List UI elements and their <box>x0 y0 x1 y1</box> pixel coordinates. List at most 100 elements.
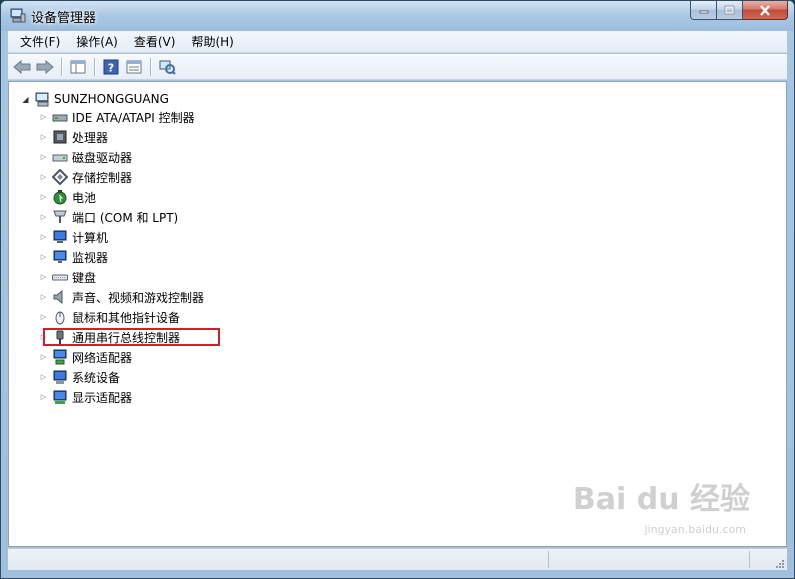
sound-icon <box>53 289 63 305</box>
tree-item-mouse[interactable]: ▷ 鼠标和其他指针设备 <box>39 308 180 326</box>
help-button[interactable]: ? <box>100 57 122 77</box>
baidu-watermark-url: jingyan.baidu.com <box>644 523 746 536</box>
tree-item-label: 系统设备 <box>72 370 121 385</box>
scan-hardware-icon <box>159 60 176 75</box>
tree-item-ports[interactable]: ▷ 端口 (COM 和 LPT) <box>39 208 178 226</box>
monitor-icon <box>53 250 67 263</box>
back-button[interactable] <box>11 57 33 77</box>
device-manager-window: 设备管理器 文件(F) 操作(A) 查看(V) 帮助(H) ? ◢ SUNZHO… <box>0 0 795 579</box>
tree-item-keyboard[interactable]: ▷ 键盘 <box>39 268 96 286</box>
port-icon <box>53 210 67 223</box>
tree-item-label: 磁盘驱动器 <box>72 150 133 165</box>
expand-arrow-icon[interactable]: ▷ <box>39 313 48 322</box>
status-segment <box>8 551 549 568</box>
computer-root-icon <box>35 92 49 107</box>
tree-item-sound[interactable]: ▷ 声音、视频和游戏控制器 <box>39 288 204 306</box>
tree-root[interactable]: ◢ SUNZHONGGUANG <box>21 90 169 108</box>
maximize-button[interactable] <box>717 1 743 20</box>
collapse-arrow-icon[interactable]: ◢ <box>21 95 30 104</box>
menu-view[interactable]: 查看(V) <box>126 33 184 50</box>
tree-item-label: 显示适配器 <box>72 390 133 405</box>
display-adapter-icon <box>53 390 67 404</box>
processor-icon <box>53 130 67 144</box>
resize-grip-icon[interactable] <box>773 556 785 568</box>
battery-icon <box>53 190 67 205</box>
tree-item-label: 声音、视频和游戏控制器 <box>72 290 205 305</box>
expand-arrow-icon[interactable]: ▷ <box>39 133 48 142</box>
forward-button[interactable] <box>34 57 56 77</box>
usb-highlight-box <box>43 328 220 346</box>
expand-arrow-icon[interactable]: ▷ <box>39 153 48 162</box>
status-bar <box>8 548 787 570</box>
baidu-watermark: Bai du 经验 <box>572 482 750 517</box>
expand-arrow-icon[interactable]: ▷ <box>39 113 48 122</box>
tree-root-label: SUNZHONGGUANG <box>54 92 169 106</box>
tree-item-processor[interactable]: ▷ 处理器 <box>39 128 108 146</box>
system-devices-icon <box>53 370 67 384</box>
properties-button[interactable] <box>123 57 145 77</box>
tree-item-label: 键盘 <box>72 270 97 285</box>
close-icon <box>760 4 770 16</box>
expand-arrow-icon[interactable]: ▷ <box>39 353 48 362</box>
svg-text:?: ? <box>108 61 114 74</box>
menu-help[interactable]: 帮助(H) <box>183 33 241 50</box>
expand-arrow-icon[interactable]: ▷ <box>39 393 48 402</box>
tree-item-storage-controller[interactable]: ▷ 存储控制器 <box>39 168 132 186</box>
expand-arrow-icon[interactable]: ▷ <box>39 193 48 202</box>
tree-item-monitor[interactable]: ▷ 监视器 <box>39 248 108 266</box>
ide-controller-icon <box>52 114 68 122</box>
tree-item-ide-controller[interactable]: ▷ IDE ATA/ATAPI 控制器 <box>39 108 195 126</box>
expand-arrow-icon[interactable]: ▷ <box>39 233 48 242</box>
storage-controller-icon <box>52 169 68 185</box>
tree-item-system-devices[interactable]: ▷ 系统设备 <box>39 368 120 386</box>
expand-arrow-icon[interactable]: ▷ <box>39 373 48 382</box>
status-segment <box>549 551 750 568</box>
properties-icon <box>126 60 142 73</box>
expand-arrow-icon[interactable]: ▷ <box>39 173 48 182</box>
device-manager-icon <box>10 8 26 23</box>
computer-icon <box>53 230 67 243</box>
tree-item-label: 端口 (COM 和 LPT) <box>72 210 179 225</box>
expand-arrow-icon[interactable]: ▷ <box>39 253 48 262</box>
toolbar: ? <box>8 54 787 80</box>
close-button[interactable] <box>743 1 788 20</box>
minimize-icon <box>699 10 708 14</box>
tree-item-label: 计算机 <box>72 230 109 245</box>
menu-action[interactable]: 操作(A) <box>68 33 126 50</box>
tree-item-display-adapter[interactable]: ▷ 显示适配器 <box>39 388 132 406</box>
show-hide-console-tree-button[interactable] <box>67 57 89 77</box>
forward-arrow-icon <box>36 59 54 74</box>
menu-file[interactable]: 文件(F) <box>12 33 68 50</box>
tree-item-battery[interactable]: ▷ 电池 <box>39 188 96 206</box>
tree-item-computer[interactable]: ▷ 计算机 <box>39 228 108 246</box>
disk-drive-icon <box>52 154 68 162</box>
back-arrow-icon <box>13 59 31 74</box>
toolbar-separator <box>61 57 63 76</box>
tree-item-label: 监视器 <box>72 250 109 265</box>
device-tree-pane[interactable]: ◢ SUNZHONGGUANG ▷ IDE ATA/ATAPI 控制器 ▷ 处理… <box>8 81 787 547</box>
toolbar-separator <box>94 57 96 76</box>
scan-hardware-button[interactable] <box>156 57 178 77</box>
console-tree-icon <box>70 60 86 73</box>
tree-item-label: 存储控制器 <box>72 170 133 185</box>
keyboard-icon <box>52 274 68 281</box>
tree-item-label: 处理器 <box>72 130 109 145</box>
menu-bar: 文件(F) 操作(A) 查看(V) 帮助(H) <box>8 31 787 53</box>
tree-item-label: 电池 <box>72 190 97 205</box>
expand-arrow-icon[interactable]: ▷ <box>39 213 48 222</box>
toolbar-separator <box>150 57 152 76</box>
tree-item-label: 鼠标和其他指针设备 <box>72 310 181 325</box>
help-icon: ? <box>103 59 119 74</box>
mouse-icon <box>55 311 65 325</box>
tree-item-label: IDE ATA/ATAPI 控制器 <box>72 110 195 125</box>
tree-item-label: 网络适配器 <box>72 350 133 365</box>
title-bar[interactable]: 设备管理器 <box>1 1 794 31</box>
maximize-icon <box>724 5 735 15</box>
tree-item-network-adapter[interactable]: ▷ 网络适配器 <box>39 348 132 366</box>
expand-arrow-icon[interactable]: ▷ <box>39 293 48 302</box>
minimize-button[interactable] <box>690 1 717 20</box>
tree-item-disk-drive[interactable]: ▷ 磁盘驱动器 <box>39 148 132 166</box>
window-title: 设备管理器 <box>31 11 97 26</box>
network-icon <box>53 349 67 365</box>
expand-arrow-icon[interactable]: ▷ <box>39 273 48 282</box>
